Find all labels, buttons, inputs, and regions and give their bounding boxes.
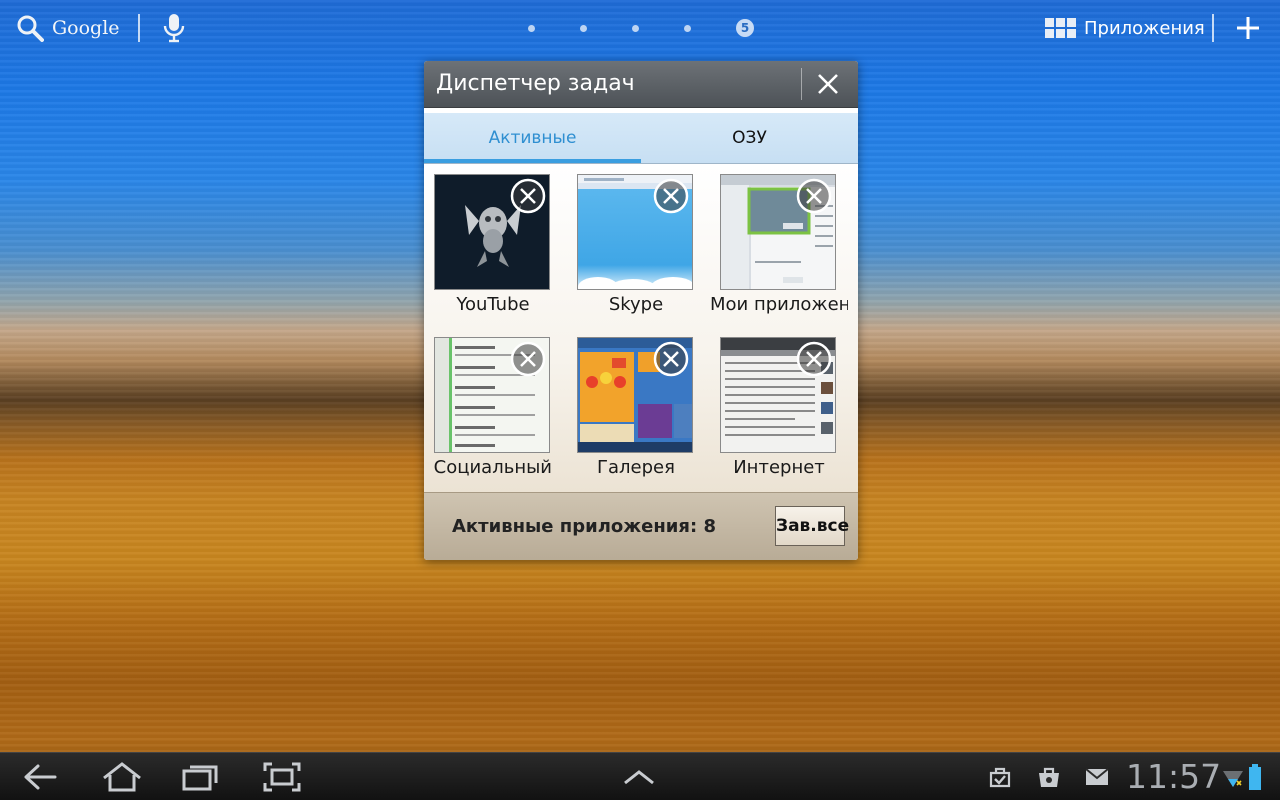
task-manager-dialog: Диспетчер задач Активные ОЗУ YouTube Sky… <box>424 61 858 560</box>
apps-label: Приложения <box>1084 17 1205 39</box>
app-label: Интернет <box>733 457 825 478</box>
apps-button[interactable]: Приложения <box>1045 14 1205 42</box>
app-tile-social-hub[interactable]: Социальный <box>424 327 552 478</box>
app-label: Социальный <box>433 457 552 478</box>
dialog-footer: Активные приложения: 8 Зав.все <box>424 492 858 560</box>
market-bag-icon[interactable] <box>1036 765 1062 789</box>
app-label: Skype <box>608 294 664 315</box>
task-done-icon[interactable] <box>988 765 1012 789</box>
app-tile-youtube[interactable]: YouTube <box>424 164 552 315</box>
divider <box>138 14 140 42</box>
page-dot[interactable] <box>580 24 587 32</box>
close-app-icon[interactable] <box>796 341 832 377</box>
page-dot[interactable] <box>632 24 639 32</box>
google-label: Google <box>52 17 120 39</box>
google-search-widget[interactable]: Google <box>16 10 120 46</box>
back-icon[interactable] <box>22 761 58 793</box>
app-label: Галерея <box>597 457 675 478</box>
task-manager-tabs: Активные ОЗУ <box>424 113 858 164</box>
close-icon[interactable] <box>814 70 842 98</box>
app-tile-my-apps[interactable]: Мои приложения <box>710 164 848 315</box>
close-app-icon[interactable] <box>796 178 832 214</box>
dialog-title: Диспетчер задач <box>436 71 635 96</box>
microphone-icon[interactable] <box>162 12 186 44</box>
chevron-up-icon[interactable] <box>622 767 656 787</box>
running-apps-grid: YouTube Skype Мои приложен Социальный Га… <box>424 164 858 492</box>
apps-grid-icon <box>1045 18 1076 38</box>
page-dot[interactable] <box>684 24 691 32</box>
active-apps-count: Активные приложения: 8 <box>452 516 716 537</box>
app-label: Мои приложения <box>710 294 848 315</box>
screenshot-icon[interactable] <box>262 761 302 793</box>
app-tile-gallery[interactable]: Галерея <box>567 327 695 478</box>
home-top-bar: Google 5 Приложения <box>0 0 1280 56</box>
wifi-signal-icon[interactable] <box>1222 767 1244 789</box>
app-tile-internet[interactable]: Интернет <box>710 327 838 478</box>
system-bar: 11:57 <box>0 752 1280 800</box>
close-app-icon[interactable] <box>653 178 689 214</box>
close-app-icon[interactable] <box>510 341 546 377</box>
search-icon <box>17 15 44 42</box>
home-page-indicator: 5 <box>528 18 754 38</box>
clock[interactable]: 11:57 <box>1126 753 1221 800</box>
tab-ram[interactable]: ОЗУ <box>641 113 858 163</box>
close-app-icon[interactable] <box>653 341 689 377</box>
current-page-dot[interactable]: 5 <box>736 19 754 37</box>
app-label: YouTube <box>456 294 530 315</box>
recent-apps-icon[interactable] <box>180 761 220 793</box>
close-app-icon[interactable] <box>510 178 546 214</box>
header-divider <box>801 68 802 100</box>
page-dot[interactable] <box>528 24 535 32</box>
add-icon[interactable] <box>1234 14 1262 42</box>
close-all-button[interactable]: Зав.все <box>775 506 849 546</box>
dialog-header: Диспетчер задач <box>424 61 858 108</box>
email-icon[interactable] <box>1084 767 1110 787</box>
tab-active-apps[interactable]: Активные <box>424 113 641 163</box>
divider <box>1212 14 1214 42</box>
battery-icon[interactable] <box>1248 763 1262 791</box>
app-tile-skype[interactable]: Skype <box>567 164 695 315</box>
home-icon[interactable] <box>100 761 144 793</box>
